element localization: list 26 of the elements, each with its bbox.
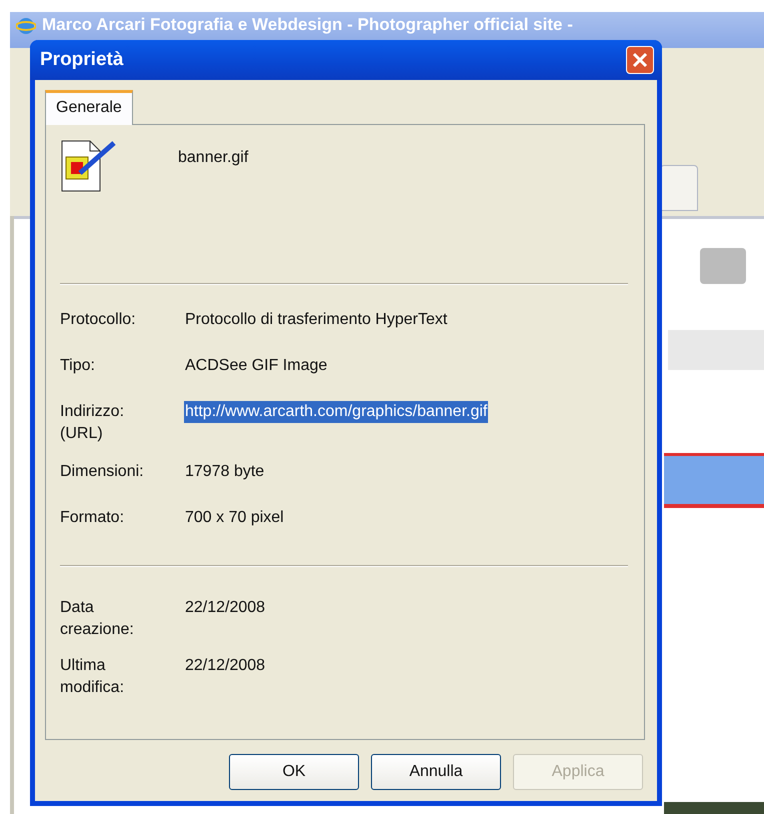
property-label: Protocollo: <box>60 310 137 330</box>
property-value: 17978 byte <box>184 462 266 482</box>
browser-globe-icon <box>16 16 36 36</box>
property-label: Data creazione: <box>60 598 135 640</box>
dialog-button[interactable]: OK <box>229 754 359 790</box>
tab[interactable]: Generale <box>45 90 133 125</box>
browser-window-title: Marco Arcari Fotografia e Webdesign - Photographer official site - <box>42 16 573 34</box>
property-value: ACDSee GIF Image <box>184 356 328 376</box>
dialog-button[interactable]: Annulla <box>371 754 501 790</box>
dialog-title: Proprietà <box>40 49 124 71</box>
close-button[interactable] <box>626 46 654 74</box>
property-value: Protocollo di trasferimento HyperText <box>184 310 448 330</box>
image-file-icon <box>60 139 118 193</box>
property-value: 700 x 70 pixel <box>184 508 285 528</box>
selected-property-value: http://www.arcarth.com/graphics/banner.gif <box>184 401 488 423</box>
property-label: Dimensioni: <box>60 462 145 482</box>
property-label: Tipo: <box>60 356 96 376</box>
property-label: Ultima modifica: <box>60 656 126 698</box>
browser-tab[interactable] <box>660 165 698 211</box>
property-value: 22/12/2008 <box>184 598 266 618</box>
property-label: Formato: <box>60 508 126 528</box>
property-value: 22/12/2008 <box>184 656 266 676</box>
close-icon <box>632 52 648 68</box>
property-label: Indirizzo: (URL) <box>60 402 126 444</box>
webpage-logo-image <box>700 248 746 284</box>
file-name: banner.gif <box>178 149 248 167</box>
